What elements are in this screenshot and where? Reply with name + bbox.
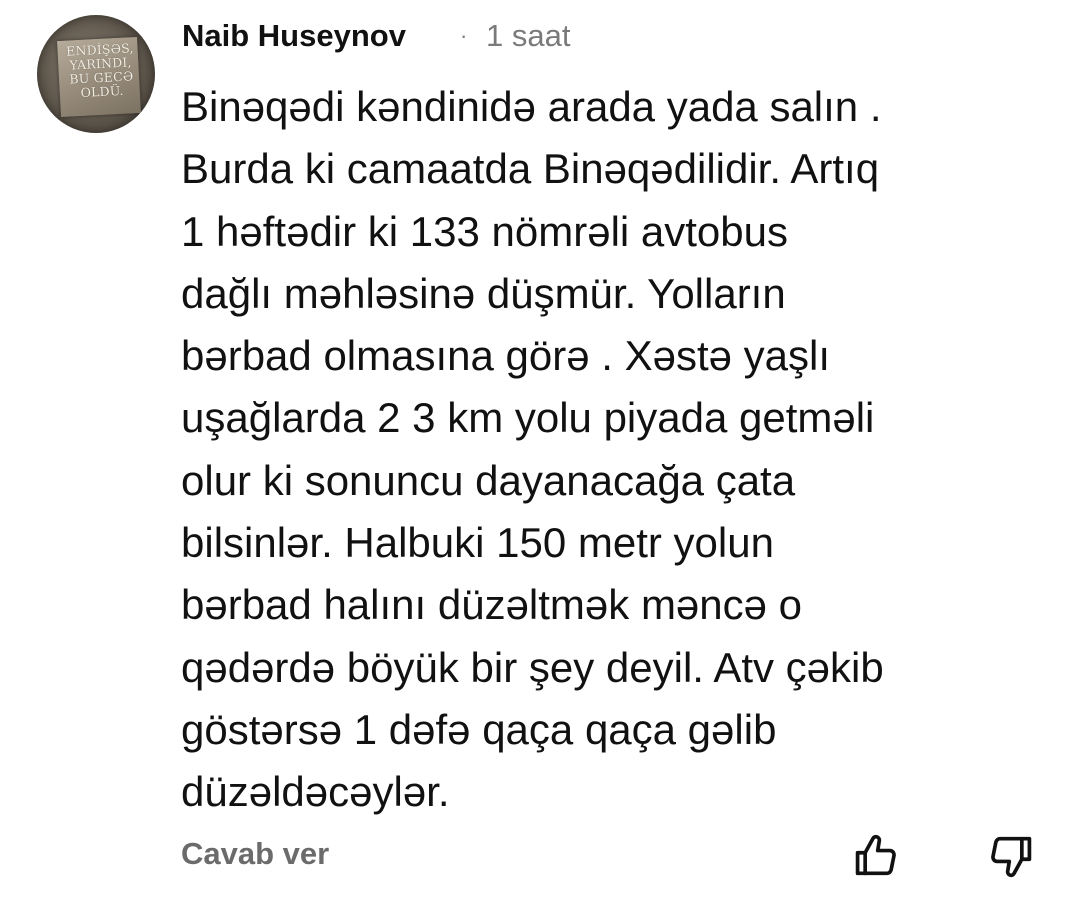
comment-body: Binəqədi kəndinidə arada yada salın . Bu… — [181, 76, 1051, 824]
comment-body-line: Binəqədi kəndinidə arada yada salın . — [181, 83, 882, 130]
comment-body-line: göstərsə 1 dəfə qaça qaça gəlib — [181, 705, 777, 753]
comment-body-line: bilsinlər. Halbuki 150 metr yolun — [181, 519, 774, 567]
comment-body-line: Burda ki camaatda Binəqədilidir. Artıq — [181, 145, 880, 193]
avatar-text: ENDİŞƏS, YARINDI, BU GECƏ OLDÜ. — [60, 40, 143, 101]
comment-body-line: olur ki sonuncu dayanacağa çata — [181, 456, 796, 504]
comment-body-line: 1 həftədir ki 133 nömrəli avtobus — [181, 207, 789, 255]
comment-card: ENDİŞƏS, YARINDI, BU GECƏ OLDÜ. Naib Hus… — [0, 0, 1080, 904]
author-name[interactable]: Naib Huseynov — [182, 16, 406, 56]
thumbs-up-icon — [855, 834, 896, 876]
comment-body-line: dağlı məhləsinə düşmür. Yolların — [181, 269, 786, 317]
comment-timestamp: 1 saat — [486, 18, 571, 53]
comment-body-line: qədərdə böyük bir şey deyil. Atv çəkib — [181, 643, 884, 691]
comment-body-line: düzəldəcəylər. — [181, 768, 450, 816]
meta-separator: · — [460, 23, 468, 48]
comment-body-line: bərbad halını düzəltmək məncə o — [181, 581, 803, 629]
comment-body-line: uşağlarda 2 3 km yolu piyada getməli — [181, 394, 875, 442]
comment-body-line: bərbad olmasına görə . Xəstə yaşlı — [181, 332, 831, 380]
reply-button[interactable]: Cavab ver — [181, 832, 329, 876]
avatar[interactable]: ENDİŞƏS, YARINDI, BU GECƏ OLDÜ. — [37, 15, 155, 133]
thumbs-down-icon — [991, 836, 1032, 878]
dislike-button[interactable] — [985, 830, 1037, 882]
like-button[interactable] — [850, 830, 902, 882]
